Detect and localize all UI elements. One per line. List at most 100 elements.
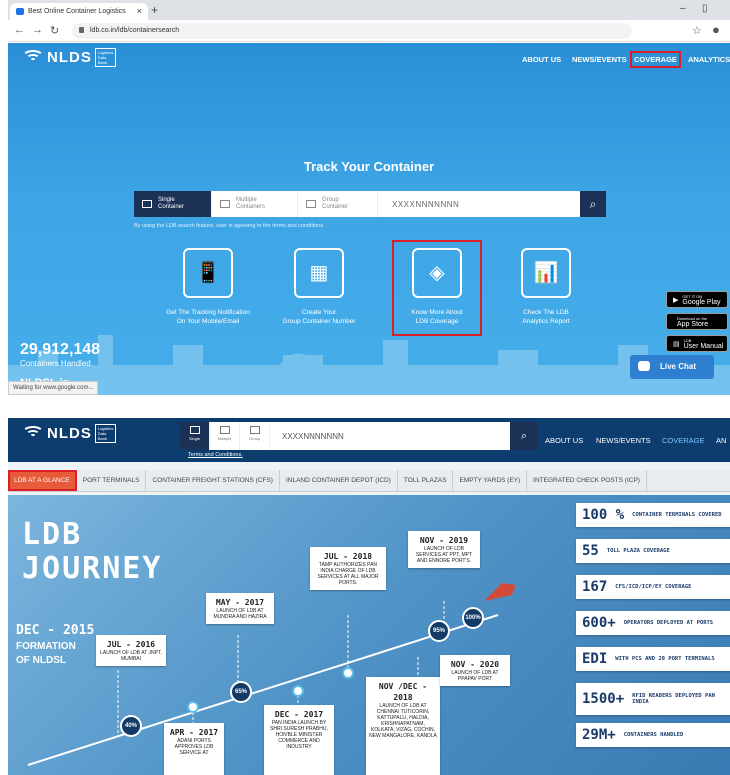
wifi-logo-icon bbox=[22, 425, 44, 442]
tab-icd[interactable]: INLAND CONTAINER DEPOT (ICD) bbox=[280, 470, 398, 491]
india-map-icon: ◈ bbox=[412, 248, 462, 298]
brand-box: Logistics Data Bank bbox=[94, 48, 117, 67]
start-date: DEC - 2015 bbox=[16, 623, 95, 638]
tab-single-container[interactable]: Single bbox=[180, 422, 210, 450]
tab-multiple-containers[interactable]: Multiple bbox=[210, 422, 240, 450]
feature-coverage[interactable]: ◈ Know More About LDB Coverage bbox=[383, 248, 491, 326]
group-container-icon bbox=[249, 426, 260, 434]
tab-group-container[interactable]: Group Container bbox=[298, 191, 378, 217]
timeline-dot bbox=[292, 685, 304, 697]
feature-notification[interactable]: 📱 Get The Tracking Notification On Your M… bbox=[154, 248, 262, 326]
nlds-logo[interactable]: NLDS Logistics Data Bank bbox=[22, 48, 117, 67]
milestone-card: APR - 2017 ADANI PORTS APPROVES LDB SERVI… bbox=[164, 723, 224, 775]
nav-coverage[interactable]: COVERAGE bbox=[630, 51, 681, 68]
url-text: ldb.co.in/ldb/containersearch bbox=[90, 27, 180, 34]
container-number-input[interactable]: XXXXNNNNNNN bbox=[270, 422, 510, 450]
stat-terminals: 100 % CONTAINER TERMINALS COVERED bbox=[576, 503, 730, 527]
milestone-card: NOV - 2019 LAUNCH OF LDB SERVICES AT PPT,… bbox=[408, 531, 480, 568]
tab-toll-plazas[interactable]: TOLL PLAZAS bbox=[398, 470, 454, 491]
star-icon[interactable]: ☆ bbox=[692, 24, 702, 37]
stat-containers: 29M+ CONTAINERS HANDLED bbox=[576, 723, 730, 747]
nlds-logo[interactable]: NLDS Logistics Data Bank bbox=[22, 424, 117, 443]
page-header: NLDS Logistics Data Bank Single Multiple G… bbox=[8, 418, 730, 462]
timeline-dot bbox=[342, 667, 354, 679]
feature-group-container[interactable]: ▦ Create Your Group Container Number bbox=[265, 248, 373, 326]
stat-operators: 600+ OPERATORS DEPLOYED AT PORTS bbox=[576, 611, 730, 635]
coverage-page: NLDS Logistics Data Bank Single Multiple G… bbox=[8, 418, 730, 775]
mobile-notification-icon: 📱 bbox=[183, 248, 233, 298]
ldb-journey-infographic: LDB JOURNEY DEC - 2015 FORMATION OF NLDS… bbox=[8, 495, 730, 775]
favicon-icon bbox=[16, 8, 24, 15]
tab-icp[interactable]: INTEGRATED CHECK POSTS (ICP) bbox=[527, 470, 647, 491]
reload-icon[interactable]: ↻ bbox=[50, 24, 59, 37]
container-number-input[interactable]: XXXXNNNNNNN bbox=[378, 191, 580, 217]
track-search-bar: Single Container Multiple Containers Group… bbox=[134, 191, 606, 217]
back-icon[interactable]: ← bbox=[14, 24, 25, 36]
tab-strip: Best Online Container Logistics × + – ▯ bbox=[8, 0, 730, 20]
close-tab-icon[interactable]: × bbox=[137, 6, 142, 16]
nav-analytics[interactable]: ANALYTICS bbox=[688, 55, 730, 64]
tab-group-container[interactable]: Group bbox=[240, 422, 270, 450]
url-field[interactable]: ldb.co.in/ldb/containersearch bbox=[72, 23, 632, 39]
nav-about[interactable]: ABOUT US bbox=[545, 436, 583, 445]
milestone-card: JUL - 2016 LAUNCH OF LDB AT JNPT, MUMBAI bbox=[96, 635, 166, 666]
user-manual-button[interactable]: ▤ LDB User Manual bbox=[666, 335, 728, 352]
wifi-logo-icon bbox=[22, 49, 44, 66]
search-button[interactable]: ⌕ bbox=[580, 191, 606, 217]
hero-title: Track Your Container bbox=[303, 159, 435, 174]
container-grid-icon: ▦ bbox=[294, 248, 344, 298]
stat-toll: 55 TOLL PLAZA COVERAGE bbox=[576, 539, 730, 563]
tab-title: Best Online Container Logistics bbox=[28, 8, 126, 15]
journey-title-2: JOURNEY bbox=[22, 551, 163, 586]
coverage-subnav: LDB AT A GLANCE PORT TERMINALS CONTAINER… bbox=[8, 470, 730, 492]
container-icon bbox=[189, 426, 200, 434]
start-label-1: FORMATION bbox=[16, 641, 76, 652]
tab-cfs[interactable]: CONTAINER FREIGHT STATIONS (CFS) bbox=[146, 470, 280, 491]
tab-ldb-at-a-glance[interactable]: LDB AT A GLANCE bbox=[8, 470, 77, 491]
tab-single-container[interactable]: Single Container bbox=[134, 191, 212, 217]
search-button[interactable]: ⌕ bbox=[510, 422, 538, 450]
new-tab-icon[interactable]: + bbox=[151, 3, 158, 17]
skyline-illustration bbox=[8, 335, 730, 395]
google-play-button[interactable]: ▶ GET IT ON Google Play bbox=[666, 291, 728, 308]
chat-bubble-icon bbox=[638, 361, 650, 371]
brand-name: NLDS bbox=[47, 49, 92, 66]
track-search-bar: Single Multiple Group XXXXNNNNNNN ⌕ bbox=[180, 422, 538, 450]
group-container-icon bbox=[306, 200, 316, 208]
nav-analytics[interactable]: AN bbox=[716, 436, 726, 445]
milestone-card: NOV - 2020 LAUNCH OF LDB AT PPAPAV PORT bbox=[440, 655, 510, 686]
milestone-card: MAY - 2017 LAUNCH OF LDB AT MUNDRA AND HA… bbox=[206, 593, 274, 624]
progress-40: 40% bbox=[120, 715, 142, 737]
milestone-card: NOV /DEC - 2018 LAUNCH OF LDB AT CHENNAI … bbox=[366, 677, 440, 775]
tab-multiple-containers[interactable]: Multiple Containers bbox=[212, 191, 298, 217]
containers-count: 29,912,148 bbox=[20, 341, 101, 358]
feature-analytics[interactable]: 📊 Check The LDB Analytics Report bbox=[492, 248, 600, 326]
minimize-icon[interactable]: – bbox=[680, 3, 686, 14]
nav-news[interactable]: NEWS/EVENTS bbox=[572, 55, 627, 64]
app-store-button[interactable]: Download on the App Store bbox=[666, 313, 728, 330]
restore-icon[interactable]: ▯ bbox=[702, 3, 708, 14]
browser-status-bar: Waiting for www.google.com... bbox=[8, 381, 99, 395]
stat-rfid: 1500+ RFID READERS DEPLOYED PAN INDIA bbox=[576, 683, 730, 715]
analytics-chart-icon: 📊 bbox=[521, 248, 571, 298]
nav-news[interactable]: NEWS/EVENTS bbox=[596, 436, 651, 445]
containers-icon bbox=[220, 200, 230, 208]
tab-port-terminals[interactable]: PORT TERMINALS bbox=[77, 470, 147, 491]
address-bar-row: ← → ↻ ldb.co.in/ldb/containersearch ☆ ● bbox=[8, 20, 730, 42]
terms-text[interactable]: By using the LDB search feature, user is… bbox=[134, 223, 324, 229]
profile-icon[interactable]: ● bbox=[712, 22, 720, 37]
journey-title-1: LDB bbox=[22, 517, 83, 552]
book-icon: ▤ bbox=[673, 340, 680, 348]
google-play-icon: ▶ bbox=[673, 296, 679, 304]
forward-icon[interactable]: → bbox=[32, 24, 43, 36]
tab-empty-yards[interactable]: EMPTY YARDS (EY) bbox=[453, 470, 528, 491]
nav-coverage[interactable]: COVERAGE bbox=[662, 436, 705, 445]
start-label-2: OF NLDSL bbox=[16, 655, 66, 666]
progress-100: 100% bbox=[462, 607, 484, 629]
terms-link[interactable]: Terms and Conditions. bbox=[188, 452, 243, 458]
timeline-dot bbox=[187, 701, 199, 713]
browser-window: Best Online Container Logistics × + – ▯ … bbox=[8, 0, 730, 395]
live-chat-button[interactable]: Live Chat bbox=[630, 355, 714, 379]
nav-about[interactable]: ABOUT US bbox=[522, 55, 561, 64]
browser-tab[interactable]: Best Online Container Logistics × bbox=[10, 3, 148, 20]
